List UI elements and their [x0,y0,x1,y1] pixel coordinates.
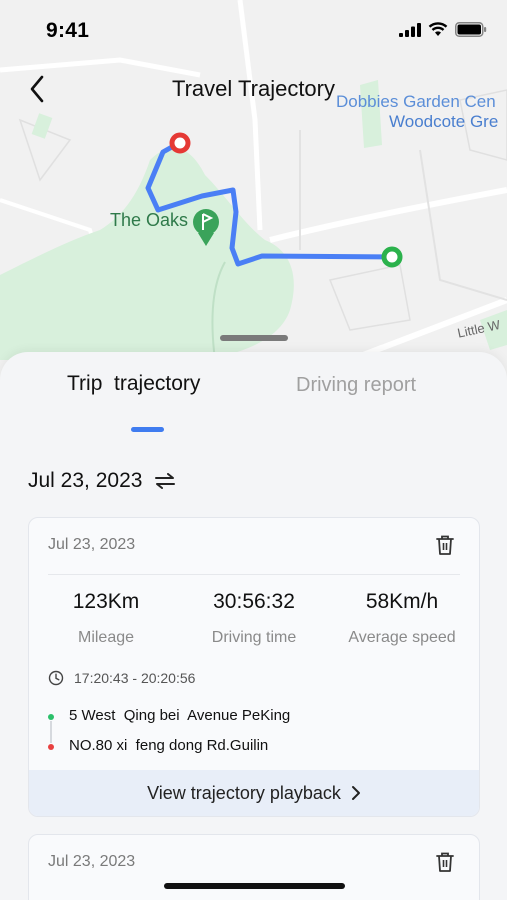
trash-icon[interactable] [435,851,455,873]
stat-label: Driving time [211,629,297,646]
trip-time-range: 17:20:43 - 20:20:56 [48,670,195,686]
stat-value: 58Km/h [365,590,439,613]
map-label-the-oaks: The Oaks [110,210,189,230]
trash-icon[interactable] [435,534,455,556]
battery-icon [455,22,487,37]
date-filter[interactable]: Jul 23, 2023 [28,469,176,493]
wifi-icon [428,22,448,36]
cellular-signal-icon [399,22,421,37]
playback-button-label: View trajectory playback [147,782,341,803]
stat-driving-time: 30:56:32 Driving time [179,590,329,647]
home-indicator[interactable] [164,883,345,889]
end-address: NO.80 xi feng dong Rd.Guilin [69,737,269,754]
map-label-woodcote: Woodcote Gre [389,112,499,131]
start-point-dot [48,714,54,720]
trip-card-date: Jul 23, 2023 [48,536,136,553]
active-tab-indicator [131,427,164,432]
end-point-dot [48,744,54,750]
date-filter-label: Jul 23, 2023 [28,469,143,492]
stat-value: 123Km [72,590,140,613]
page-title: Travel Trajectory [171,76,335,101]
stat-average-speed: 58Km/h Average speed [327,590,477,647]
route-connector-line [50,721,52,743]
tab-driving-report[interactable]: Driving report [296,374,416,397]
status-time: 9:41 [46,19,90,42]
trip-card-date: Jul 23, 2023 [48,853,136,870]
start-address: 5 West Qing bei Avenue PeKing [69,707,291,724]
sheet-drag-handle[interactable] [220,335,288,341]
stat-label: Average speed [348,629,456,646]
trip-card[interactable]: Jul 23, 2023 [28,834,480,900]
trip-card[interactable]: Jul 23, 2023 123Km Mileage 30:56:32 Driv… [28,517,480,817]
chevron-right-icon [351,786,360,800]
tab-trip-trajectory[interactable]: Trip trajectory [67,372,200,396]
stat-mileage: 123Km Mileage [31,590,181,647]
stat-value: 30:56:32 [213,590,295,613]
tab-bar: Trip trajectory Driving report [0,372,507,432]
trip-time-range-text: 17:20:43 - 20:20:56 [74,670,196,686]
status-icons [399,22,487,37]
card-divider [48,574,460,575]
trip-sheet: Trip trajectory Driving report Jul 23, 2… [0,352,507,900]
stat-label: Mileage [77,629,135,646]
clock-icon [48,670,64,686]
status-bar: 9:41 [0,0,507,60]
swap-icon[interactable] [154,473,176,489]
view-trajectory-playback-button[interactable]: View trajectory playback [29,770,479,816]
